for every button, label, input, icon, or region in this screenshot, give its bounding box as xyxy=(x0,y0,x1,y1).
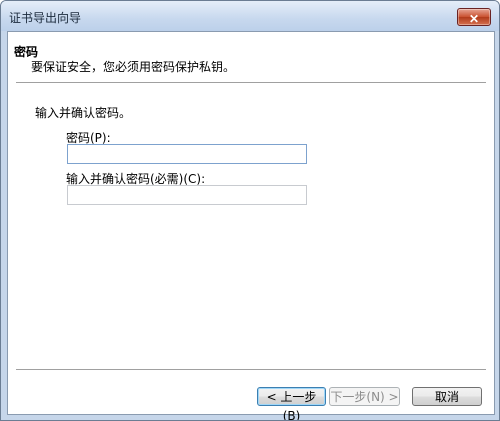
close-button[interactable]: ✕ xyxy=(457,8,491,26)
window-title: 证书导出向导 xyxy=(9,11,82,25)
next-button[interactable]: 下一步(N) > xyxy=(329,387,400,406)
wizard-header: 密码 要保证安全，您必须用密码保护私钥。 xyxy=(8,32,494,80)
password-prompt: 输入并确认密码。 xyxy=(35,106,132,120)
wizard-client-area: 密码 要保证安全，您必须用密码保护私钥。 输入并确认密码。 密码(P): 输入并… xyxy=(7,31,495,420)
title-bar: 证书导出向导 ✕ xyxy=(1,1,499,31)
footer-divider xyxy=(16,369,486,371)
confirm-password-input[interactable] xyxy=(67,185,307,205)
back-button[interactable]: < 上一步(B) xyxy=(257,387,326,420)
header-divider xyxy=(16,82,486,84)
page-subtitle: 要保证安全，您必须用密码保护私钥。 xyxy=(31,60,236,74)
password-input[interactable] xyxy=(67,144,307,164)
cancel-button[interactable]: 取消 xyxy=(412,387,482,406)
wizard-window: 证书导出向导 ✕ 密码 要保证安全，您必须用密码保护私钥。 输入并确认密码。 密… xyxy=(0,0,500,421)
close-icon: ✕ xyxy=(468,12,480,26)
